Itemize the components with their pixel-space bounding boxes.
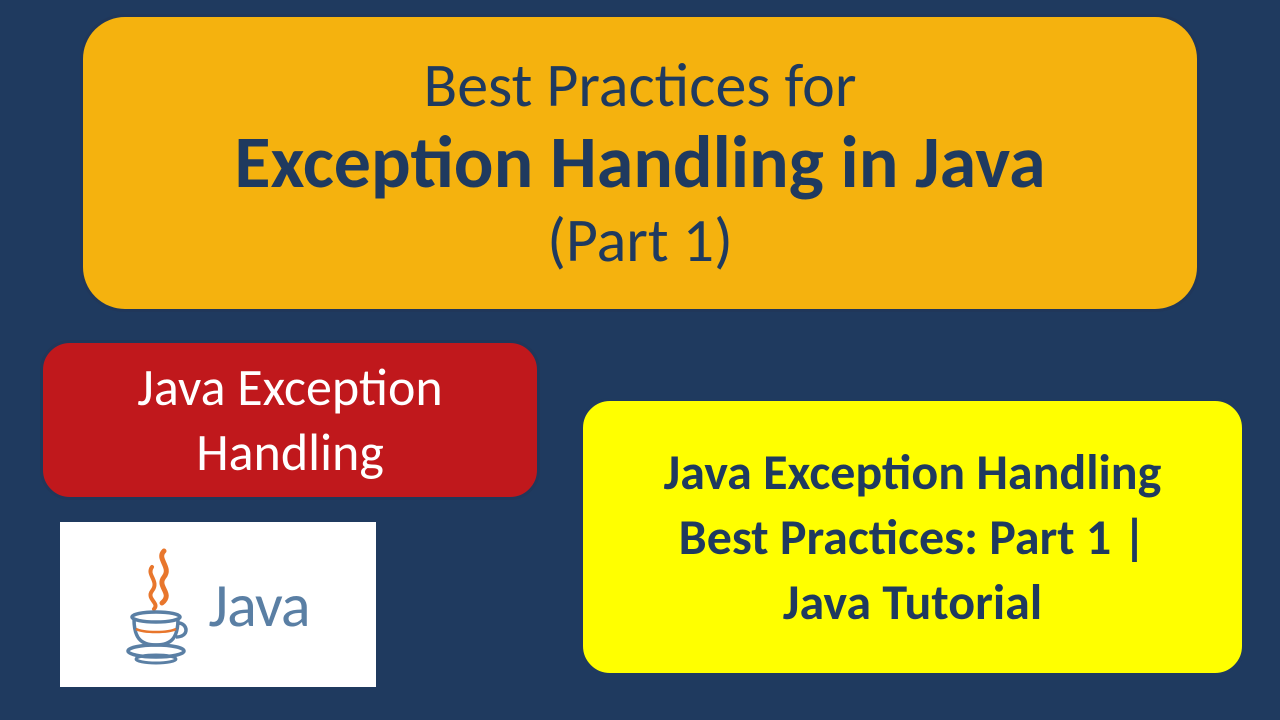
description-line-3: Java Tutorial [783, 570, 1042, 635]
title-line-3: (Part 1) [547, 208, 733, 273]
description-line-1: Java Exception Handling [664, 440, 1162, 505]
title-line-2: Exception Handling in Java [234, 120, 1045, 205]
java-cup-icon [126, 545, 198, 665]
subtitle-line-2: Handling [196, 420, 384, 485]
description-line-2: Best Practices: Part 1 | [679, 505, 1147, 570]
title-line-1: Best Practices for [423, 53, 856, 118]
title-banner: Best Practices for Exception Handling in… [80, 14, 1200, 312]
subtitle-line-1: Java Exception [137, 355, 442, 420]
subtitle-box: Java Exception Handling [40, 340, 540, 500]
description-box: Java Exception Handling Best Practices: … [580, 398, 1245, 676]
java-logo-text: Java [208, 567, 309, 643]
java-logo: Java [60, 522, 376, 687]
